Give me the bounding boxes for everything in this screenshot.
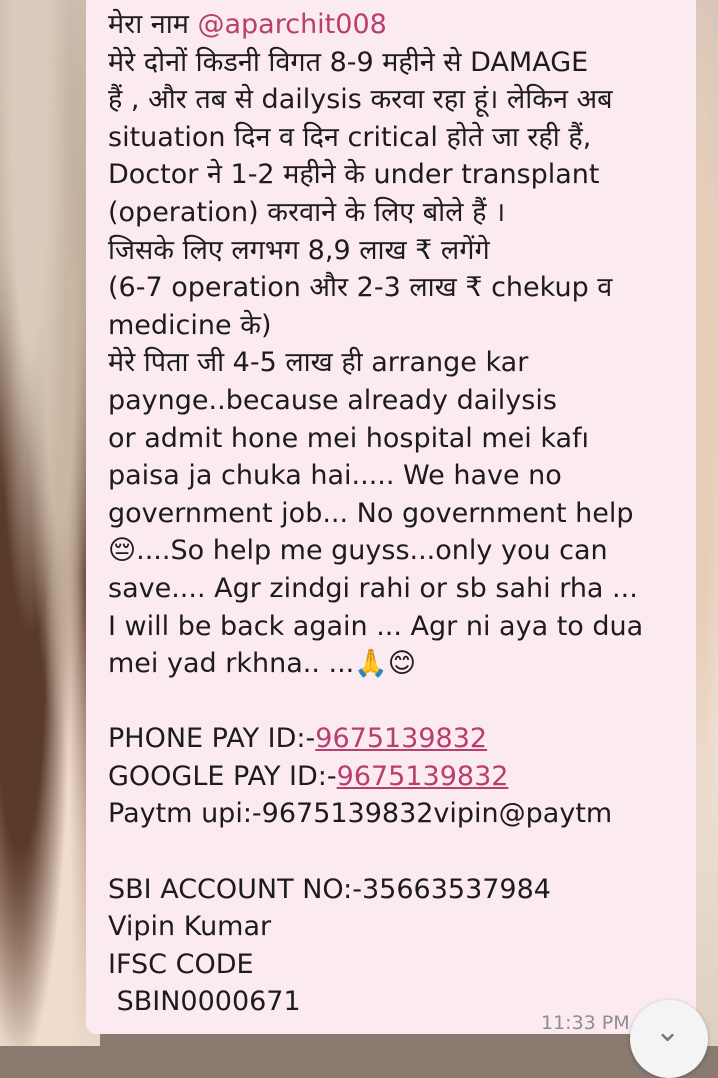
message-line: situation दिन व दिन critical होते जा रही…: [108, 121, 592, 153]
message-line: मेरे पिता जी 4-5 लाख ही arrange kar: [108, 347, 529, 379]
message-line: or admit hone mei hospital mei kafı: [108, 422, 590, 454]
message-line: Doctor ने 1-2 महीने के under transplant: [108, 159, 600, 191]
ifsc-label: IFSC CODE: [108, 948, 254, 980]
account-holder-name: Vipin Kumar: [108, 911, 272, 943]
message-line: paynge..because already dailysis: [108, 384, 557, 416]
chevron-down-icon: ⌄: [655, 1014, 681, 1049]
message-line: government job... No government help: [108, 497, 634, 529]
message-timestamp: 11:33 PM: [541, 1012, 630, 1034]
phonepe-id: PHONE PAY ID:-9675139832: [108, 723, 488, 755]
message-line: save.... Agr zindgi rahi or sb sahi rha …: [108, 572, 638, 604]
phone-number-link[interactable]: 9675139832: [337, 761, 509, 792]
message-line: मेरे दोनों किडनी विगत 8-9 महीने से DAMAG…: [108, 46, 589, 78]
message-line: paisa ja chuka hai..... We have no: [108, 460, 562, 492]
user-mention[interactable]: @aparchit008: [197, 9, 386, 40]
message-line: (6-7 operation और 2-3 लाख ₹ chekup व: [108, 272, 613, 304]
googlepay-id: GOOGLE PAY ID:-9675139832: [108, 760, 509, 792]
background-photo-left: [0, 0, 100, 1046]
message-line: mei yad rkhna.. ...🙏😊: [108, 648, 417, 680]
phone-number-link[interactable]: 9675139832: [315, 723, 487, 754]
message-line: medicine के): [108, 309, 272, 341]
message-line: मेरा नाम @aparchit008: [108, 9, 387, 40]
bank-account-number: SBI ACCOUNT NO:-35663537984: [108, 873, 551, 905]
message-line: I will be back again ... Agr ni aya to d…: [108, 610, 644, 642]
message-line: हैं , और तब से dailysis करवा रहा हूं। ले…: [108, 84, 613, 116]
message-text: मेरा नाम @aparchit008 मेरे दोनों किडनी व…: [108, 6, 678, 1021]
message-line: जिसके लिए लगभग 8,9 लाख ₹ लगेंगे: [108, 234, 490, 266]
message-line: (operation) करवाने के लिए बोले हैं ।: [108, 196, 506, 228]
message-line: 😔....So help me guyss...only you can: [108, 535, 608, 567]
paytm-upi: Paytm upi:-9675139832vipin@paytm: [108, 798, 613, 830]
scroll-down-button[interactable]: ⌄: [630, 1000, 708, 1078]
